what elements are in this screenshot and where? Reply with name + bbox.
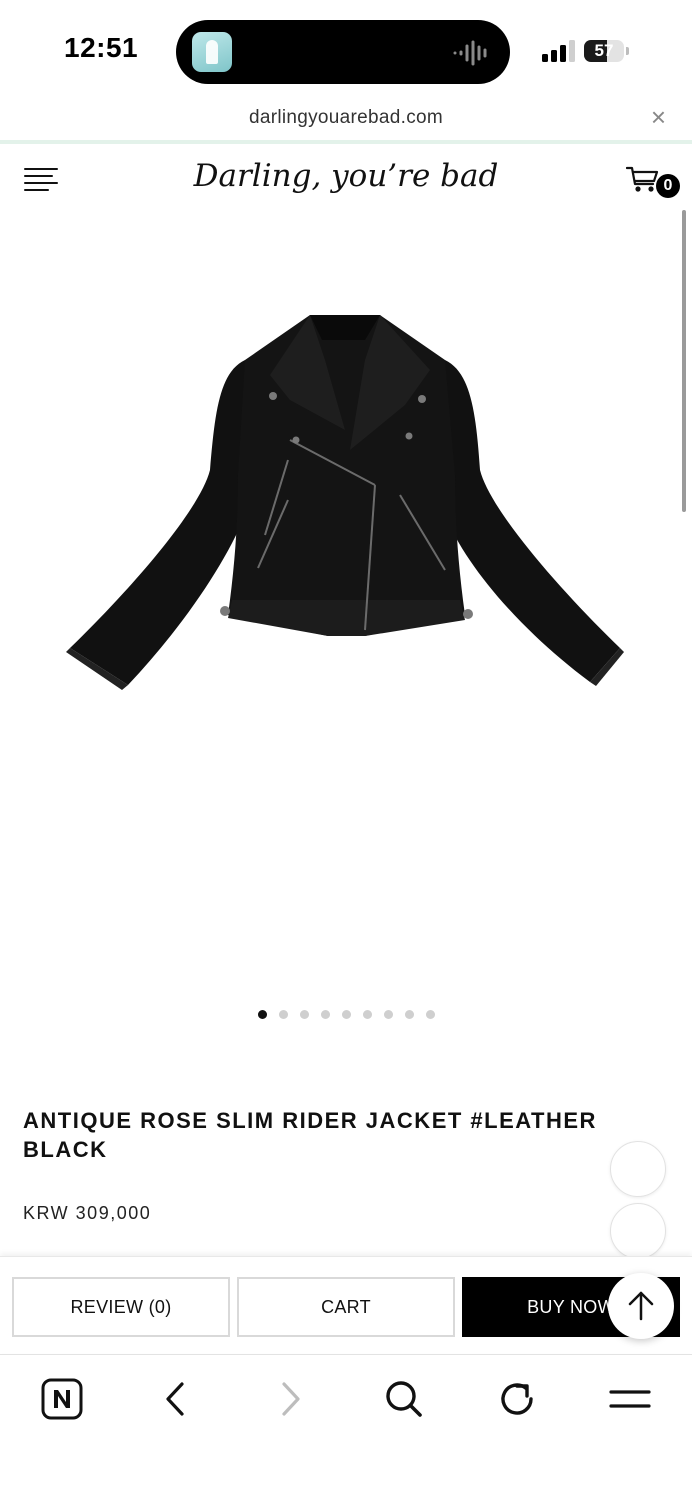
now-playing-app-icon [192,32,232,72]
url-text[interactable]: darlingyouarebad.com [0,107,692,129]
site-logo[interactable]: Darling, you’re bad [0,158,692,194]
refresh-icon[interactable] [495,1377,539,1421]
review-button[interactable]: REVIEW (0) [12,1277,230,1337]
cellular-signal-icon [542,40,575,62]
menu-icon[interactable] [608,1377,652,1421]
carousel-dots [0,1010,692,1019]
cart-count-badge[interactable]: 0 [656,174,680,198]
scroll-to-top-button[interactable] [608,1273,674,1339]
status-bar: 12:51 57 [0,0,692,100]
carousel-dot[interactable] [362,1010,372,1019]
floating-action-button[interactable] [610,1203,666,1259]
url-bar[interactable]: darlingyouarebad.com × [0,100,692,144]
carousel-dot[interactable] [425,1010,435,1019]
product-title: ANTIQUE ROSE SLIM RIDER JACKET #LEATHER … [23,1108,597,1162]
battery-percentage: 57 [594,41,614,60]
close-icon[interactable]: × [651,104,666,130]
carousel-dot[interactable] [299,1010,309,1019]
carousel-dot[interactable] [341,1010,351,1019]
search-icon[interactable] [382,1377,426,1421]
status-time: 12:51 [64,32,139,63]
shopping-cart-icon[interactable] [626,164,660,194]
floating-action-button[interactable] [610,1141,666,1197]
back-icon[interactable] [154,1377,198,1421]
audio-waveform-icon [453,40,487,66]
dynamic-island[interactable] [176,20,510,84]
product-action-bar: REVIEW (0) CART BUY NOW [0,1256,692,1353]
naver-home-icon[interactable] [40,1377,84,1421]
leather-jacket-image[interactable] [60,300,630,700]
carousel-dot[interactable] [278,1010,288,1019]
site-header: Darling, you’re bad 0 [0,144,692,214]
carousel-dot[interactable] [404,1010,414,1019]
page-scrollbar[interactable] [682,210,686,512]
carousel-dot[interactable] [257,1010,267,1019]
forward-icon [282,1382,300,1416]
carousel-dot[interactable] [383,1010,393,1019]
carousel-dot[interactable] [320,1010,330,1019]
cart-button[interactable]: CART [237,1277,455,1337]
arrow-up-icon [628,1291,654,1321]
battery-icon: 57 [584,40,624,62]
battery-nub [626,47,629,55]
browser-toolbar [0,1354,692,1501]
product-price: KRW 309,000 [23,1203,152,1223]
